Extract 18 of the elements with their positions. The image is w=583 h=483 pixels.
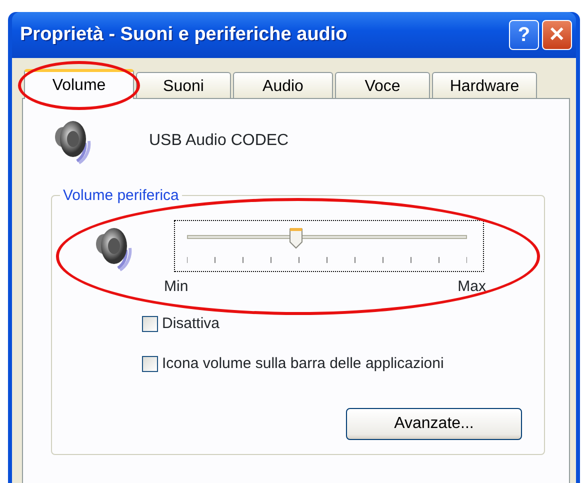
- tab[interactable]: Audio: [233, 72, 333, 98]
- tab[interactable]: Suoni: [136, 72, 231, 98]
- tab[interactable]: Voce: [335, 72, 430, 98]
- slider-thumb[interactable]: [289, 227, 304, 249]
- max-label: Max: [458, 277, 486, 297]
- tab[interactable]: Volume: [24, 69, 134, 99]
- volume-slider[interactable]: [174, 220, 484, 272]
- checkbox-label[interactable]: Disattiva: [162, 312, 220, 335]
- min-label: Min: [164, 277, 188, 297]
- checkbox[interactable]: [142, 316, 158, 332]
- checkbox-label[interactable]: Icona volume sulla barra delle applicazioni: [162, 353, 444, 376]
- help-button[interactable]: ?: [509, 20, 539, 50]
- window-title: Proprietà - Suoni e periferiche audio: [20, 22, 348, 47]
- tab[interactable]: Hardware: [432, 72, 537, 98]
- advanced-button[interactable]: Avanzate...: [346, 408, 522, 440]
- device-name: USB Audio CODEC: [149, 131, 289, 151]
- checkbox[interactable]: [142, 356, 158, 372]
- close-button[interactable]: ✕: [542, 20, 572, 50]
